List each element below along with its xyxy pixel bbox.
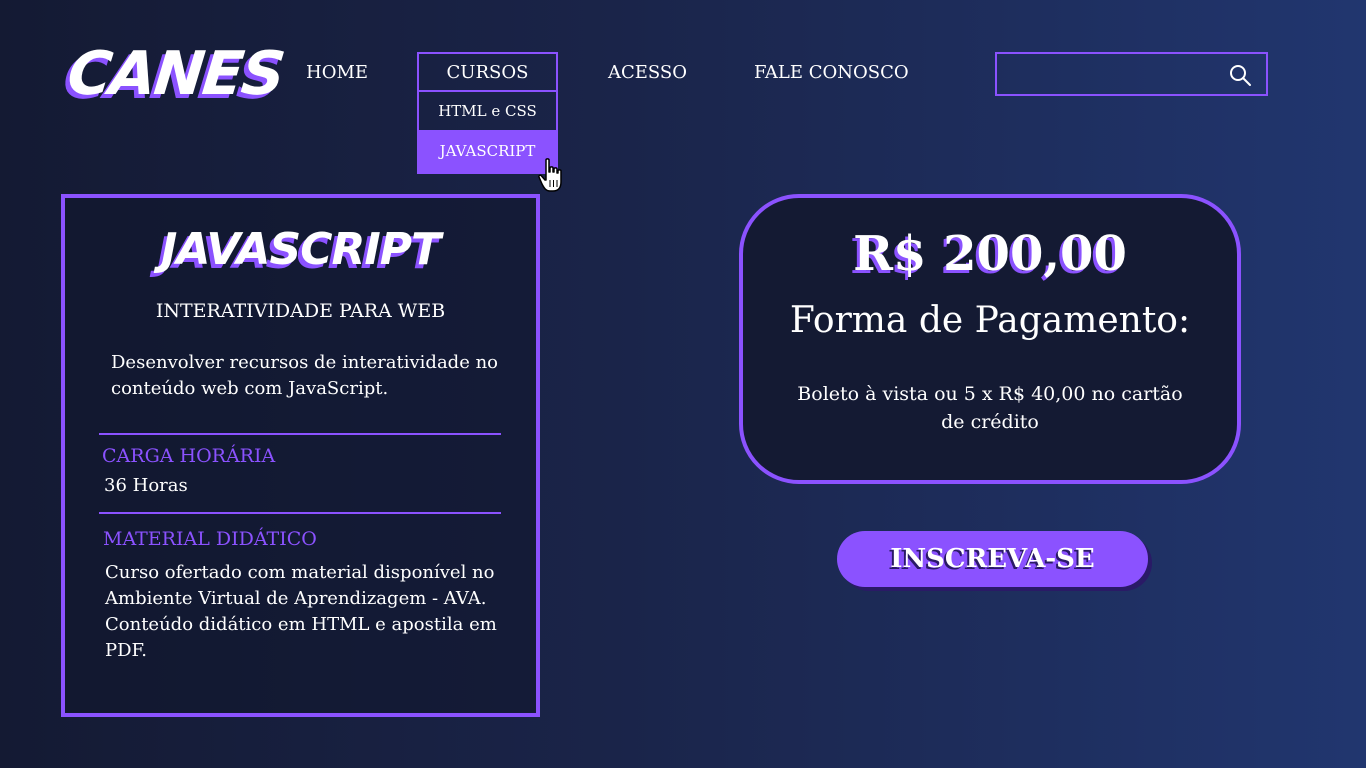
nav-cursos-link[interactable]: CURSOS (419, 54, 556, 92)
hand-pointer-cursor-icon (538, 158, 562, 192)
course-description: Desenvolver recursos de interatividade n… (111, 352, 499, 399)
course-price: R$ 200,00 (853, 226, 1127, 282)
course-info-card: JAVASCRIPT INTERATIVIDADE PARA WEB Desen… (61, 194, 540, 717)
search-icon[interactable] (1228, 63, 1252, 87)
enroll-button[interactable]: INSCREVA-SE (837, 531, 1148, 587)
nav-home-link[interactable]: HOME (306, 62, 368, 83)
material-value: Curso ofertado com material disponível n… (105, 562, 497, 661)
nav-fale-conosco-link[interactable]: FALE CONOSCO (754, 62, 909, 83)
dropdown-item-html-css[interactable]: HTML e CSS (419, 92, 556, 130)
workload-label: CARGA HORÁRIA (102, 445, 276, 467)
pricing-card: R$ 200,00 Forma de Pagamento: Boleto à v… (739, 194, 1241, 484)
divider (99, 433, 501, 435)
divider (99, 512, 501, 514)
dropdown-item-javascript[interactable]: JAVASCRIPT (419, 130, 556, 172)
material-label: MATERIAL DIDÁTICO (103, 528, 317, 550)
course-title: JAVASCRIPT (160, 224, 441, 275)
search-box (995, 52, 1268, 96)
payment-description: Boleto à vista ou 5 x R$ 40,00 no cartão… (797, 383, 1183, 433)
cursos-dropdown: CURSOS HTML e CSS JAVASCRIPT (417, 52, 558, 174)
nav-acesso-link[interactable]: ACESSO (608, 62, 687, 83)
payment-title: Forma de Pagamento: (789, 300, 1191, 341)
canes-logo[interactable]: CANES (64, 39, 286, 109)
course-subtitle: INTERATIVIDADE PARA WEB (155, 300, 446, 322)
workload-value: 36 Horas (104, 475, 188, 496)
search-input[interactable] (997, 54, 1217, 94)
